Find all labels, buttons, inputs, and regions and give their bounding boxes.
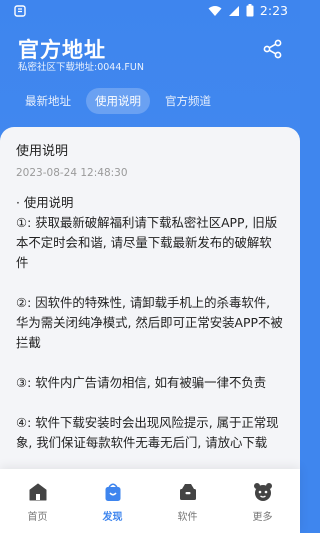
tab-bar: 最新地址 使用说明 官方频道 (16, 88, 220, 114)
nav-software-label: 软件 (177, 512, 198, 523)
nav-discover[interactable]: 发现 (75, 469, 150, 533)
post-title: 使用说明 (16, 144, 69, 159)
share-icon[interactable] (262, 38, 284, 60)
status-bar: 2:23 (0, 0, 300, 22)
post-body: · 使用说明 ①: 获取最新破解福利请下载私密社区APP, 旧版本不定时会和谐,… (16, 195, 283, 450)
status-time: 2:23 (259, 3, 288, 18)
package-icon (179, 484, 196, 500)
nav-more-label: 更多 (252, 512, 273, 523)
notification-icon (14, 5, 26, 17)
more-icon (253, 483, 272, 501)
nav-home-label: 首页 (27, 512, 48, 523)
nav-discover-label: 发现 (102, 512, 123, 523)
tab-instructions[interactable]: 使用说明 (86, 88, 150, 114)
post-date: 2023-08-24 12:48:30 (16, 167, 128, 179)
battery-icon (246, 4, 254, 17)
bag-icon (105, 483, 120, 501)
nav-software[interactable]: 软件 (150, 469, 225, 533)
signal-icon (228, 5, 239, 16)
wifi-icon (208, 5, 222, 16)
tab-official-channel[interactable]: 官方频道 (156, 88, 220, 114)
nav-home[interactable]: 首页 (0, 469, 75, 533)
page-subtitle: 私密社区下载地址:0044.FUN (18, 62, 144, 73)
home-icon (29, 483, 46, 501)
tab-latest-address[interactable]: 最新地址 (16, 88, 80, 114)
nav-more[interactable]: 更多 (225, 469, 300, 533)
bottom-nav: 首页 发现 软件 更多 (0, 469, 300, 533)
